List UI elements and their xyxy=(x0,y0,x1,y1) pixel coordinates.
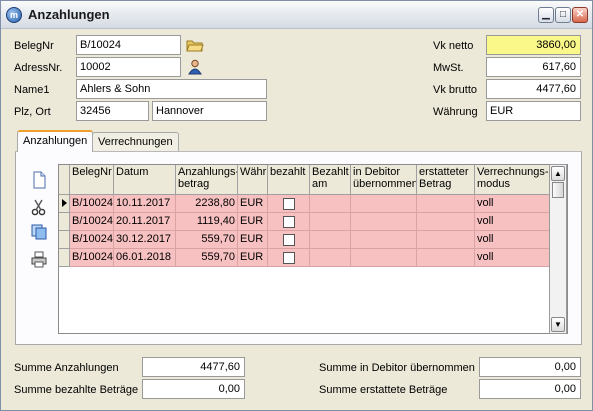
bezahlt-checkbox[interactable] xyxy=(283,216,295,228)
col-header-waehrung[interactable]: Währ xyxy=(238,165,268,195)
cell-in-debitor[interactable] xyxy=(351,231,417,249)
copy-icon[interactable] xyxy=(30,223,50,243)
mwst-label: MwSt. xyxy=(433,62,464,74)
cell-betrag[interactable]: 559,70 xyxy=(176,249,238,267)
cell-in-debitor[interactable] xyxy=(351,249,417,267)
row-indicator[interactable] xyxy=(59,249,70,267)
cell-waehrung[interactable]: EUR xyxy=(238,213,268,231)
vknetto-field[interactable]: 3860,00 xyxy=(486,35,581,55)
scroll-up-icon[interactable]: ▲ xyxy=(551,166,565,181)
cell-belegnr[interactable]: B/10024 xyxy=(70,231,114,249)
ort-field[interactable]: Hannover xyxy=(152,101,267,121)
person-icon[interactable] xyxy=(187,59,205,77)
name1-field[interactable]: Ahlers & Sohn xyxy=(76,79,267,99)
scroll-thumb[interactable] xyxy=(552,182,564,198)
summe-erstattet-label: Summe erstattete Beträge xyxy=(319,384,448,396)
cell-betrag[interactable]: 1119,40 xyxy=(176,213,238,231)
col-header-verrechnungsmodus[interactable]: Verrechnungs- modus xyxy=(475,165,550,195)
bezahlt-checkbox[interactable] xyxy=(283,234,295,246)
mwst-field[interactable]: 617,60 xyxy=(486,57,581,77)
cell-datum[interactable]: 30.12.2017 xyxy=(114,231,176,249)
cell-bezahlt-am[interactable] xyxy=(310,195,351,213)
scroll-down-icon[interactable]: ▼ xyxy=(551,317,565,332)
summe-erstattet-field[interactable]: 0,00 xyxy=(479,379,581,399)
cell-datum[interactable]: 10.11.2017 xyxy=(114,195,176,213)
folder-open-icon[interactable] xyxy=(186,37,204,55)
adressnr-field[interactable]: 10002 xyxy=(76,57,181,77)
cell-verrechnungsmodus[interactable]: voll xyxy=(475,249,550,267)
cell-waehrung[interactable]: EUR xyxy=(238,249,268,267)
anzahlungen-window: m Anzahlungen ▁ □ ✕ BelegNr B/10024 Adre… xyxy=(0,0,593,411)
waehrung-field[interactable]: EUR xyxy=(486,101,581,121)
adressnr-label: AdressNr. xyxy=(14,62,63,74)
cell-bezahlt-am[interactable] xyxy=(310,249,351,267)
row-indicator[interactable] xyxy=(59,213,70,231)
cell-erstatteter-betrag[interactable] xyxy=(417,231,475,249)
col-header-datum[interactable]: Datum xyxy=(114,165,176,195)
window-title: Anzahlungen xyxy=(28,7,110,22)
bezahlt-checkbox[interactable] xyxy=(283,198,295,210)
cell-betrag[interactable]: 559,70 xyxy=(176,231,238,249)
name1-label: Name1 xyxy=(14,84,50,96)
col-header-bezahlt[interactable]: bezahlt xyxy=(268,165,310,195)
cell-in-debitor[interactable] xyxy=(351,213,417,231)
title-bar[interactable]: m Anzahlungen ▁ □ ✕ xyxy=(1,1,592,29)
new-document-icon[interactable] xyxy=(30,171,50,191)
vkbrutto-label: Vk brutto xyxy=(433,84,478,96)
cell-verrechnungsmodus[interactable]: voll xyxy=(475,195,550,213)
vknetto-label: Vk netto xyxy=(433,40,474,52)
tab-anzahlungen[interactable]: Anzahlungen xyxy=(17,130,94,152)
summe-debitor-field[interactable]: 0,00 xyxy=(479,357,581,377)
cell-bezahlt[interactable] xyxy=(268,213,310,231)
row-indicator[interactable] xyxy=(59,195,70,213)
col-header-in-debitor[interactable]: in Debitor übernommen xyxy=(351,165,417,195)
cell-bezahlt[interactable] xyxy=(268,195,310,213)
cell-waehrung[interactable]: EUR xyxy=(238,231,268,249)
row-indicator[interactable] xyxy=(59,231,70,249)
summe-anzahlungen-label: Summe Anzahlungen xyxy=(14,362,119,374)
plzort-label: Plz, Ort xyxy=(14,106,51,118)
cell-bezahlt[interactable] xyxy=(268,249,310,267)
col-header-bezahlt-am[interactable]: Bezahlt am xyxy=(310,165,351,195)
cell-erstatteter-betrag[interactable] xyxy=(417,195,475,213)
row-indicator-header xyxy=(59,165,70,195)
cell-verrechnungsmodus[interactable]: voll xyxy=(475,231,550,249)
vkbrutto-field[interactable]: 4477,60 xyxy=(486,79,581,99)
minimize-button[interactable]: ▁ xyxy=(538,7,554,23)
cell-bezahlt-am[interactable] xyxy=(310,231,351,249)
app-icon: m xyxy=(6,7,22,23)
scissors-icon[interactable] xyxy=(30,198,50,218)
cell-waehrung[interactable]: EUR xyxy=(238,195,268,213)
printer-icon[interactable] xyxy=(30,250,50,270)
cell-belegnr[interactable]: B/10024 xyxy=(70,195,114,213)
waehrung-label: Währung xyxy=(433,106,478,118)
cell-datum[interactable]: 06.01.2018 xyxy=(114,249,176,267)
cell-betrag[interactable]: 2238,80 xyxy=(176,195,238,213)
cell-in-debitor[interactable] xyxy=(351,195,417,213)
summe-bezahlt-label: Summe bezahlte Beträge xyxy=(14,384,139,396)
maximize-button[interactable]: □ xyxy=(555,7,571,23)
summe-anzahlungen-field[interactable]: 4477,60 xyxy=(142,357,245,377)
summe-bezahlt-field[interactable]: 0,00 xyxy=(142,379,245,399)
summe-debitor-label: Summe in Debitor übernommen xyxy=(319,362,475,374)
anzahlungen-table: BelegNr Datum Anzahlungs- betrag Währ be… xyxy=(58,164,568,334)
table-vertical-scrollbar[interactable]: ▲ ▼ xyxy=(549,164,567,334)
belegnr-label: BelegNr xyxy=(14,40,54,52)
col-header-erstatteter-betrag[interactable]: erstatteter Betrag xyxy=(417,165,475,195)
cell-verrechnungsmodus[interactable]: voll xyxy=(475,213,550,231)
tab-verrechnungen[interactable]: Verrechnungen xyxy=(92,132,179,152)
cell-datum[interactable]: 20.11.2017 xyxy=(114,213,176,231)
close-button[interactable]: ✕ xyxy=(572,7,588,23)
bezahlt-checkbox[interactable] xyxy=(283,252,295,264)
cell-bezahlt[interactable] xyxy=(268,231,310,249)
cell-erstatteter-betrag[interactable] xyxy=(417,249,475,267)
plz-field[interactable]: 32456 xyxy=(76,101,149,121)
cell-belegnr[interactable]: B/10024 xyxy=(70,213,114,231)
col-header-anzahlungsbetrag[interactable]: Anzahlungs- betrag xyxy=(176,165,238,195)
cell-belegnr[interactable]: B/10024 xyxy=(70,249,114,267)
col-header-belegnr[interactable]: BelegNr xyxy=(70,165,114,195)
cell-erstatteter-betrag[interactable] xyxy=(417,213,475,231)
belegnr-field[interactable]: B/10024 xyxy=(76,35,181,55)
cell-bezahlt-am[interactable] xyxy=(310,213,351,231)
